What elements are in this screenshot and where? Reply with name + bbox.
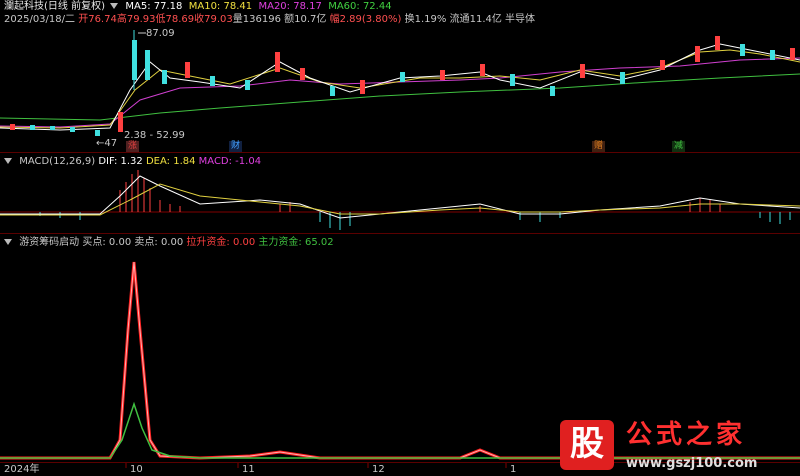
candle	[580, 64, 585, 78]
indicator-main: 主力资金: 65.02	[258, 237, 334, 248]
candle	[275, 52, 280, 72]
axis-label-year: 2024年	[4, 464, 40, 475]
event-tag-reduce[interactable]: 减	[672, 141, 686, 152]
candle	[660, 60, 665, 70]
candle	[620, 72, 625, 84]
axis-label-nov: 11	[242, 464, 255, 475]
macd-bars-positive	[119, 170, 721, 212]
candle	[70, 127, 75, 132]
low-price-value: 47	[104, 138, 118, 149]
candle	[550, 86, 555, 96]
indicator-header: 游资筹码启动 买点: 0.00 卖点: 0.00 拉升资金: 0.00 主力资金…	[2, 237, 334, 249]
axis-label-dec: 12	[372, 464, 385, 475]
low-price-label: ←47	[96, 138, 118, 149]
candle	[162, 70, 167, 84]
candles	[10, 30, 795, 136]
candle	[695, 46, 700, 62]
candle	[210, 76, 215, 86]
axis-label-oct: 10	[130, 464, 143, 475]
watermark-url: www.gszj100.com	[626, 456, 758, 471]
macd-label: MACD(12,26,9)	[19, 156, 96, 167]
candle	[510, 74, 515, 86]
macd-collapse-icon[interactable]	[4, 158, 12, 164]
candle	[95, 130, 100, 136]
candle	[30, 125, 35, 130]
candle	[440, 70, 445, 80]
watermark: 股 公式之家 www.gszj100.com	[556, 418, 800, 476]
macd-dif: DIF: 1.32	[98, 156, 143, 167]
candle	[330, 86, 335, 96]
candle	[10, 124, 15, 130]
candle	[790, 48, 795, 60]
event-tag-gift[interactable]: 赠	[592, 141, 606, 152]
candle	[480, 64, 485, 76]
indicator-lift: 拉升资金: 0.00	[186, 237, 256, 248]
candle	[50, 126, 55, 130]
indicator-collapse-icon[interactable]	[4, 239, 12, 245]
candle	[145, 50, 150, 80]
axis-label-jan: 1	[510, 464, 517, 475]
candle	[360, 80, 365, 94]
candle	[740, 44, 745, 56]
candle	[185, 62, 190, 78]
macd-value: MACD: -1.04	[198, 156, 262, 167]
indicator-sell: 卖点: 0.00	[134, 237, 184, 248]
candle	[245, 80, 250, 90]
candle	[770, 50, 775, 60]
candle	[300, 68, 305, 80]
watermark-text: 公式之家	[626, 420, 747, 450]
high-price-label: 87.09	[146, 28, 175, 39]
candle	[715, 36, 720, 50]
watermark-logo: 股	[570, 424, 604, 464]
indicator-buy: 买点: 0.00	[82, 237, 132, 248]
candle	[400, 72, 405, 82]
candle	[118, 112, 123, 132]
macd-chart	[0, 170, 800, 230]
macd-header: MACD(12,26,9) DIF: 1.32 DEA: 1.84 MACD: …	[2, 156, 261, 168]
indicator-name: 游资筹码启动	[19, 237, 80, 248]
event-tag-finance[interactable]: 财	[229, 141, 243, 152]
macd-bars-negative	[39, 212, 791, 230]
event-tag-rise[interactable]: 涨	[126, 141, 140, 152]
macd-dea: DEA: 1.84	[145, 156, 196, 167]
